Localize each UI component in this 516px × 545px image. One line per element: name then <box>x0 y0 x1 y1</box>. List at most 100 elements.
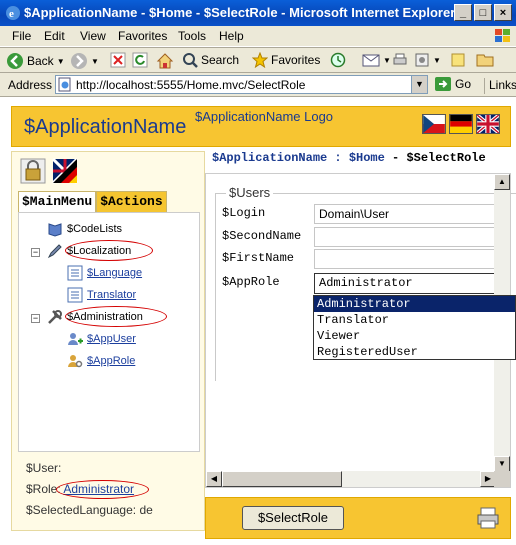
address-input[interactable]: http://localhost:5555/Home.mvc/SelectRol… <box>55 75 428 94</box>
selected-language-label: $SelectedLanguage: <box>26 503 137 517</box>
pencil-tool-icon <box>47 244 62 259</box>
scroll-up-button[interactable]: ▲ <box>494 174 510 190</box>
role-option-translator[interactable]: Translator <box>314 312 515 328</box>
breadcrumb: $ApplicationName : $Home - $SelectRole <box>212 151 486 165</box>
edit-button[interactable]: ▼ <box>414 52 441 68</box>
login-label: $Login <box>222 206 266 220</box>
menu-edit[interactable]: Edit <box>44 29 65 43</box>
links-button[interactable]: Links <box>484 78 516 94</box>
mail-icon <box>362 54 380 67</box>
refresh-button[interactable] <box>132 52 148 68</box>
first-name-label: $FirstName <box>222 251 295 265</box>
menu-bar: File Edit View Favorites Tools Help <box>0 26 516 47</box>
scroll-left-button[interactable]: ◀ <box>206 471 222 487</box>
lock-user-icon[interactable] <box>20 158 46 184</box>
german-flag-icon[interactable] <box>449 114 473 134</box>
history-icon <box>330 52 346 68</box>
action-footer: $SelectRole <box>205 497 511 539</box>
uk-germany-flag-icon[interactable] <box>52 158 78 184</box>
research-icon <box>476 54 494 67</box>
list-icon <box>67 265 83 281</box>
breadcrumb-app[interactable]: $ApplicationName <box>212 151 327 165</box>
main-menu-tree: $CodeLists − $Localization $Language Tra… <box>18 212 200 452</box>
research-button[interactable] <box>476 52 494 68</box>
page-icon <box>58 77 71 92</box>
tree-item-translator[interactable]: Translator <box>67 287 136 303</box>
print-button[interactable] <box>392 52 408 68</box>
back-button[interactable]: Back ▼ <box>6 52 65 70</box>
collapse-administration-toggle[interactable]: − <box>31 314 40 323</box>
back-arrow-icon <box>7 53 23 69</box>
printer-icon <box>393 53 407 65</box>
mail-button[interactable]: ▼ <box>362 52 391 68</box>
address-label: Address <box>8 78 53 92</box>
search-button[interactable]: Search <box>182 52 239 68</box>
history-button[interactable] <box>330 52 346 68</box>
login-field[interactable]: Domain\User <box>314 204 504 224</box>
role-option-administrator[interactable]: Administrator <box>314 296 515 312</box>
breadcrumb-home[interactable]: $Home <box>349 151 385 165</box>
role-option-registereduser[interactable]: RegisteredUser <box>314 344 515 360</box>
menu-favorites[interactable]: Favorites <box>118 29 167 43</box>
go-button[interactable]: Go <box>434 76 471 92</box>
selected-language-value: de <box>139 503 153 517</box>
uk-flag-icon[interactable] <box>476 114 500 134</box>
menu-file[interactable]: File <box>12 29 31 43</box>
printer-icon[interactable] <box>476 506 500 530</box>
tree-label: $AppUser <box>87 333 136 345</box>
forward-arrow-icon <box>71 53 87 69</box>
favorites-label: Favorites <box>271 53 321 67</box>
menu-view[interactable]: View <box>80 29 106 43</box>
close-button[interactable]: × <box>494 4 512 21</box>
home-button[interactable] <box>156 52 174 70</box>
maximize-button[interactable]: □ <box>474 4 492 21</box>
tree-item-approle[interactable]: $AppRole <box>67 353 135 369</box>
app-role-dropdown-list: Administrator Translator Viewer Register… <box>313 295 516 360</box>
tree-label: $AppRole <box>87 355 136 367</box>
edit-page-icon <box>415 53 429 67</box>
horizontal-scroll-thumb[interactable] <box>222 471 342 487</box>
go-label: Go <box>455 77 472 91</box>
second-name-field[interactable] <box>314 227 504 247</box>
app-role-select[interactable]: Administrator <box>314 273 504 294</box>
role-option-viewer[interactable]: Viewer <box>314 328 515 344</box>
stop-button[interactable] <box>110 52 126 68</box>
highlight-oval <box>65 240 153 261</box>
tab-actions[interactable]: $Actions <box>96 191 167 212</box>
select-role-button[interactable]: $SelectRole <box>242 506 344 530</box>
tab-main-menu[interactable]: $MainMenu <box>18 191 97 212</box>
window-titlebar: e $ApplicationName - $Home - $SelectRole… <box>0 0 516 26</box>
left-panel: $MainMenu $Actions $CodeLists − $Localiz… <box>11 151 205 531</box>
search-icon <box>183 53 198 68</box>
tree-item-appuser[interactable]: $AppUser <box>67 331 136 347</box>
tree-item-language[interactable]: $Language <box>67 265 142 281</box>
horizontal-scrollbar[interactable]: ◀ ▶ <box>206 471 496 487</box>
tree-label: $CodeLists <box>67 223 123 235</box>
first-name-field[interactable] <box>314 249 504 269</box>
book-icon <box>48 223 62 237</box>
collapse-localization-toggle[interactable]: − <box>31 248 40 257</box>
minimize-button[interactable]: _ <box>454 4 472 21</box>
go-arrow-icon <box>435 77 451 91</box>
app-logo: $ApplicationName Logo <box>195 109 334 124</box>
add-user-icon <box>68 333 83 345</box>
user-key-icon <box>68 355 83 368</box>
app-name: $ApplicationName <box>24 116 187 138</box>
tree-item-codelists[interactable]: $CodeLists <box>47 221 122 237</box>
menu-tools[interactable]: Tools <box>178 29 206 43</box>
menu-help[interactable]: Help <box>219 29 244 43</box>
back-label: Back <box>27 54 54 68</box>
address-dropdown-arrow[interactable]: ▼ <box>411 76 427 93</box>
refresh-icon <box>132 52 148 68</box>
discuss-icon <box>451 53 465 67</box>
breadcrumb-separator: - <box>392 151 400 165</box>
czech-flag-icon[interactable] <box>422 114 446 134</box>
discuss-button[interactable] <box>450 52 466 68</box>
favorites-button[interactable]: Favorites <box>252 52 320 68</box>
forward-button[interactable]: ▼ <box>70 52 99 70</box>
scroll-down-button[interactable]: ▼ <box>494 456 510 472</box>
stop-icon <box>110 52 126 68</box>
highlight-oval <box>65 306 167 327</box>
breadcrumb-current: $SelectRole <box>406 151 486 165</box>
address-url: http://localhost:5555/Home.mvc/SelectRol… <box>76 78 306 92</box>
